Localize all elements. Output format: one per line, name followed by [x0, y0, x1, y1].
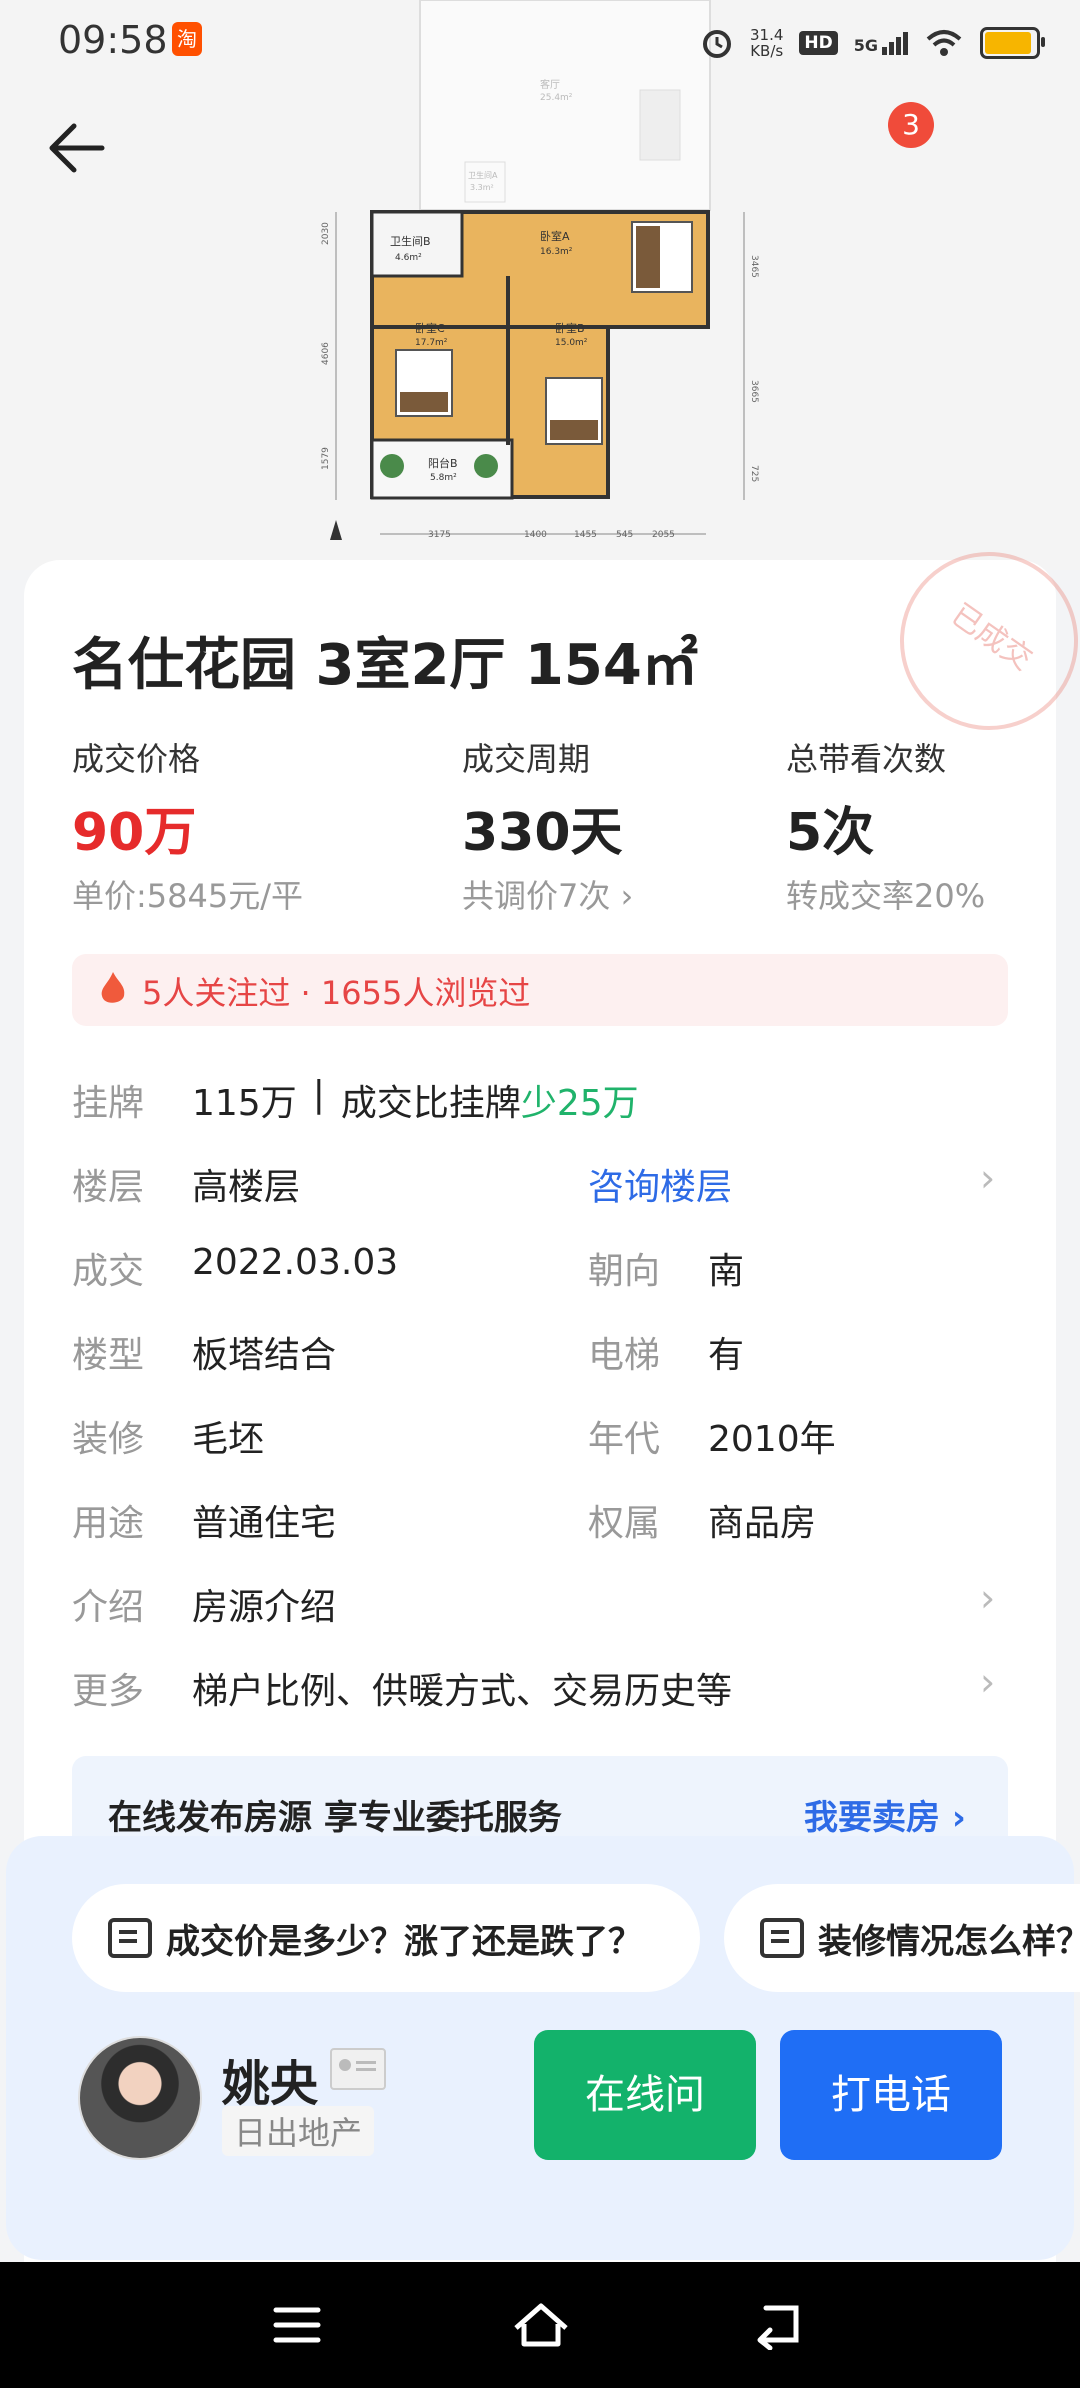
price-diff: 少25万 — [520, 1083, 639, 1124]
elevator-label: 电梯 — [588, 1335, 661, 1376]
battery-icon — [980, 27, 1045, 59]
online-chat-button[interactable]: 在线问 — [534, 2030, 756, 2160]
listing-title: 名仕花园 3室2厅 154㎡ — [72, 633, 698, 698]
room-area-balcony: 5.8m² — [430, 473, 457, 483]
call-button[interactable]: 打电话 — [780, 2030, 1002, 2160]
more-label: 更多 — [72, 1671, 145, 1712]
fire-icon — [101, 972, 125, 1003]
dim-left-2: 4606 — [321, 342, 331, 365]
room-label-bath-b: 卫生间B — [390, 234, 431, 248]
stat-viewings: 总带看次数 5次 转成交率20% — [786, 740, 986, 915]
dim-left-1: 2030 — [321, 222, 331, 245]
room-label-bed-c: 卧室C — [415, 321, 445, 335]
network-speed: 31.4 KB/s — [749, 26, 784, 60]
dim-bottom-2: 1400 — [524, 530, 547, 540]
dim-right-3: 725 — [749, 465, 759, 482]
id-card-icon[interactable] — [330, 2048, 386, 2090]
year-label: 年代 — [588, 1419, 661, 1460]
wifi-icon — [926, 30, 962, 56]
popularity-text: 5人关注过 · 1655人浏览过 — [142, 974, 531, 1012]
signal-5g-icon: 5G — [854, 31, 908, 55]
price-adjust-link[interactable]: 共调价7次 › — [462, 871, 633, 917]
north-arrow-icon — [330, 520, 342, 540]
chat-icon — [108, 1918, 152, 1958]
room-label-bed-b: 卧室B — [555, 321, 585, 335]
room-area-bed-a: 16.3m² — [540, 247, 573, 257]
decoration-label: 装修 — [72, 1419, 145, 1460]
consult-floor-link[interactable]: 咨询楼层 — [588, 1158, 732, 1210]
elevator-value: 有 — [708, 1335, 745, 1376]
system-nav-bar — [0, 2262, 1080, 2388]
hd-icon: HD — [799, 31, 838, 55]
question-chip-price[interactable]: 成交价是多少？涨了还是跌了？ — [72, 1884, 700, 1992]
floor-value: 高楼层 — [192, 1167, 301, 1208]
back-nav-icon[interactable] — [752, 2300, 806, 2350]
battery-fill — [985, 32, 1031, 54]
status-bar: 09:58 淘 31.4 KB/s HD 5G — [0, 0, 1080, 84]
sell-promo-text: 在线发布房源 享专业委托服务 — [108, 1798, 562, 1838]
chevron-right-icon[interactable]: › — [980, 1660, 995, 1704]
orientation-label: 朝向 — [588, 1251, 661, 1292]
intro-link[interactable]: 房源介绍 — [192, 1578, 336, 1630]
dim-bottom-3: 1455 — [574, 530, 597, 540]
usage-label: 用途 — [72, 1503, 145, 1544]
ownership-value: 商品房 — [708, 1503, 817, 1544]
agent-name: 姚央 — [222, 2056, 319, 2112]
status-icons: 31.4 KB/s HD 5G — [700, 18, 1045, 68]
room-area-bath-b: 4.6m² — [395, 253, 422, 263]
stat-deal-cycle[interactable]: 成交周期 330天 共调价7次 › — [462, 734, 633, 917]
chevron-right-icon[interactable]: › — [980, 1156, 995, 1200]
listed-value: 115万 | 成交比挂牌少25万 — [192, 1074, 639, 1124]
alarm-icon — [702, 30, 731, 58]
room-area-bath-a: 3.3m² — [470, 183, 494, 192]
sell-house-link[interactable]: 我要卖房 › — [804, 1790, 966, 1839]
room-label-bed-a: 卧室A — [540, 229, 570, 243]
floor-plan-image[interactable]: 客厅 25.4m² 卫生间A 3.3m² 卫生间B 4.6m² 卧室A 16.3… — [0, 0, 1080, 570]
building-type-label: 楼型 — [72, 1335, 145, 1376]
agent-avatar[interactable] — [78, 2036, 202, 2160]
room-area-bed-b: 15.0m² — [555, 338, 588, 348]
building-type-value: 板塔结合 — [192, 1335, 337, 1376]
deal-label: 成交 — [72, 1251, 145, 1292]
menu-icon[interactable] — [272, 2304, 322, 2346]
deal-value: 2022.03.03 — [192, 1242, 399, 1283]
dim-bottom-5: 2055 — [652, 530, 675, 540]
ownership-label: 权属 — [588, 1503, 661, 1544]
dim-bottom-1: 3175 — [428, 530, 451, 540]
agent-company: 日出地产 — [222, 2106, 375, 2156]
room-area-bed-c: 17.7m² — [415, 338, 448, 348]
decoration-value: 毛坯 — [192, 1419, 265, 1460]
question-chip-decoration[interactable]: 装修情况怎么样？ — [724, 1884, 1080, 1992]
listed-label: 挂牌 — [72, 1083, 145, 1124]
room-area-living: 25.4m² — [540, 93, 573, 103]
status-time: 09:58 — [58, 18, 168, 62]
more-link[interactable]: 梯户比例、供暖方式、交易历史等 — [192, 1662, 732, 1714]
stat-deal-price: 成交价格 90万 单价:5845元/平 — [72, 740, 304, 915]
dim-right-2: 3665 — [749, 380, 759, 403]
year-value: 2010年 — [708, 1419, 836, 1460]
chevron-right-icon[interactable]: › — [980, 1576, 995, 1620]
back-button[interactable] — [40, 112, 120, 182]
back-arrow-icon — [49, 123, 105, 173]
home-icon[interactable] — [510, 2298, 572, 2350]
floor-plan-drawing: 客厅 25.4m² 卫生间A 3.3m² 卫生间B 4.6m² 卧室A 16.3… — [321, 0, 759, 540]
orientation-value: 南 — [708, 1251, 745, 1292]
dim-bottom-4: 545 — [616, 530, 633, 540]
dim-left-3: 1579 — [321, 447, 331, 470]
taobao-app-icon: 淘 — [172, 22, 202, 56]
room-label-bath-a: 卫生间A — [468, 170, 498, 180]
room-label-balcony: 阳台B — [428, 456, 458, 470]
chat-icon — [760, 1918, 804, 1958]
notification-badge[interactable]: 3 — [888, 102, 934, 148]
floor-label: 楼层 — [72, 1167, 145, 1208]
dim-right-1: 3465 — [749, 255, 759, 278]
intro-label: 介绍 — [72, 1587, 145, 1628]
usage-value: 普通住宅 — [192, 1503, 337, 1544]
